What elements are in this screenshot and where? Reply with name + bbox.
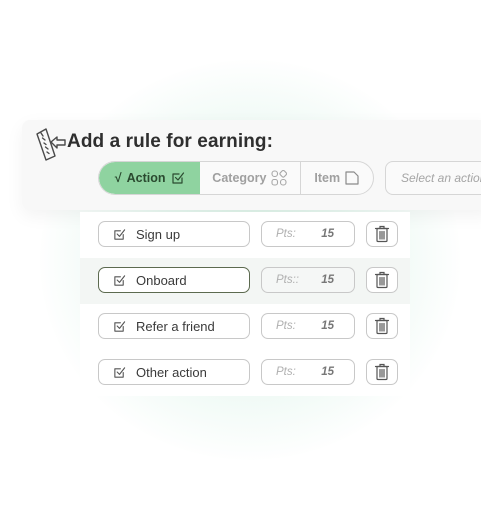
tab-category-label: Category [212,171,267,185]
delete-rule-button[interactable] [366,221,398,247]
checkbox-icon [114,228,126,240]
trash-icon [374,317,390,335]
rule-action-label: Refer a friend [136,318,215,334]
delete-rule-button[interactable] [366,359,398,385]
rule-action-label: Other action [136,364,207,380]
rule-row: Refer a friend Pts: 15 [80,304,410,350]
rule-action-label: Onboard [136,272,187,288]
rule-points-field[interactable]: Pts:: 15 [261,267,355,293]
rule-row: Other action Pts: 15 [80,350,410,396]
square-icon [345,171,359,185]
delete-rule-button[interactable] [366,313,398,339]
ruler-pointer-icon [36,128,66,161]
rule-points-field[interactable]: Pts: 15 [261,221,355,247]
action-select-placeholder: Select an action [401,171,481,185]
trash-icon [374,363,390,381]
rule-action-label: Sign up [136,226,181,242]
points-value: 15 [321,320,334,332]
tab-category[interactable]: Category [200,162,301,194]
rule-points-field[interactable]: Pts: 15 [261,313,355,339]
rule-type-tabs: √ Action Category Item [98,161,374,195]
tab-item-label: Item [314,171,341,185]
rule-row: Onboard Pts:: 15 [80,258,410,304]
rule-action-field[interactable]: Refer a friend [98,313,250,339]
points-value: 15 [321,228,334,240]
tab-action-check: √ [114,171,122,185]
rule-row: Sign up Pts: 15 [80,212,410,258]
rule-points-field[interactable]: Pts: 15 [261,359,355,385]
checkbox-icon [114,366,126,378]
tab-action-label: Action [126,171,166,185]
page-title: Add a rule for earning: [67,131,274,152]
points-label: Pts:: [276,274,300,286]
delete-rule-button[interactable] [366,267,398,293]
rule-action-field[interactable]: Sign up [98,221,250,247]
grid-icon [271,170,288,186]
points-label: Pts: [276,320,296,332]
checkbox-icon [114,274,126,286]
tab-action[interactable]: √ Action [99,162,201,194]
checkbox-icon [114,320,126,332]
tab-item[interactable]: Item [301,162,373,194]
action-select[interactable]: Select an action [385,161,481,195]
points-label: Pts: [276,366,296,378]
checkbox-icon [171,172,184,184]
rule-action-field[interactable]: Other action [98,359,250,385]
trash-icon [374,225,390,243]
points-value: 15 [321,274,334,286]
rule-action-field[interactable]: Onboard [98,267,250,293]
points-value: 15 [321,366,334,378]
trash-icon [374,271,390,289]
points-label: Pts: [276,228,296,240]
